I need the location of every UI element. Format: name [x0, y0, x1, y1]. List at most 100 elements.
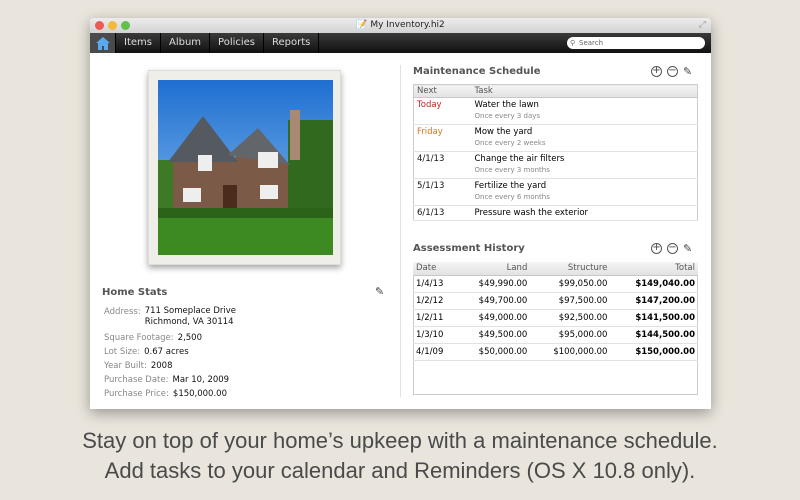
- table-row[interactable]: 5/1/13 Fertilize the yard Once every 6 mon…: [413, 178, 698, 206]
- structure-cell: $92,500.00: [530, 309, 611, 327]
- stat-label: Address:: [104, 307, 141, 317]
- total-cell: $141,500.00: [610, 309, 698, 327]
- fullscreen-icon[interactable]: ⤢: [699, 18, 706, 33]
- close-button[interactable]: [95, 21, 104, 30]
- stat-value: Mar 10, 2009: [172, 375, 230, 385]
- land-cell: $49,700.00: [457, 292, 531, 310]
- next-date: 6/1/13: [413, 205, 472, 221]
- table-row[interactable]: 4/1/13 Change the air filters Once every 3…: [413, 151, 698, 179]
- remove-assessment-minus-icon[interactable]: −: [667, 243, 678, 254]
- home-stats-list: Address: 711 Someplace Drive Richmond, VA …: [104, 305, 236, 401]
- window-title: My Inventory.hi2: [370, 20, 445, 30]
- task-cell: Fertilize the yard Once every 6 months: [471, 178, 698, 206]
- next-date: Friday: [413, 124, 472, 152]
- address-line-1: 711 Someplace Drive: [144, 306, 236, 316]
- stat-label: Lot Size:: [104, 347, 141, 357]
- edit-assessment-pencil-icon[interactable]: ✎: [683, 242, 692, 255]
- home-photo[interactable]: [148, 70, 341, 265]
- remove-task-minus-icon[interactable]: −: [667, 66, 678, 77]
- house-photo: [158, 80, 333, 255]
- task-cell: Water the lawn Once every 3 days: [471, 97, 698, 125]
- column-header-task[interactable]: Task: [471, 84, 698, 98]
- total-cell: $149,040.00: [610, 275, 698, 293]
- date-cell: 1/3/10: [413, 326, 458, 344]
- land-cell: $50,000.00: [457, 343, 531, 361]
- table-row[interactable]: Friday Mow the yard Once every 2 weeks: [413, 124, 698, 152]
- date-cell: 1/2/12: [413, 292, 458, 310]
- maintenance-title: Maintenance Schedule: [413, 66, 541, 77]
- column-header-total[interactable]: Total: [610, 262, 698, 276]
- maintenance-table: Next Task Today Water the lawn Once every 3…: [413, 84, 698, 221]
- zoom-button[interactable]: [121, 21, 130, 30]
- house-icon: [95, 36, 110, 50]
- task-name: Fertilize the yard: [474, 181, 547, 191]
- tab-album[interactable]: Album: [161, 33, 211, 53]
- stat-value: 2008: [150, 361, 173, 371]
- stat-value: $150,000.00: [172, 389, 227, 399]
- date-cell: 1/4/13: [413, 275, 458, 293]
- stat-label: Square Footage:: [104, 333, 174, 343]
- search-icon: ⚲: [570, 39, 576, 47]
- task-name: Water the lawn: [474, 100, 539, 110]
- tab-items[interactable]: Items: [116, 33, 161, 53]
- total-cell: $150,000.00: [610, 343, 698, 361]
- table-row[interactable]: Today Water the lawn Once every 3 days: [413, 97, 698, 125]
- task-cell: Pressure wash the exterior: [471, 205, 698, 221]
- column-header-land[interactable]: Land: [457, 262, 531, 276]
- land-cell: $49,500.00: [457, 326, 531, 344]
- task-cell: Change the air filters Once every 3 month…: [471, 151, 698, 179]
- table-row[interactable]: 1/2/11 $49,000.00 $92,500.00 $141,500.00: [413, 309, 698, 327]
- land-cell: $49,990.00: [457, 275, 531, 293]
- address-line-2: Richmond, VA 30114: [144, 317, 234, 327]
- assessment-table: Date Land Structure Total 1/4/13 $49,990.00 $…: [413, 262, 698, 361]
- table-row[interactable]: 6/1/13 Pressure wash the exterior: [413, 205, 698, 221]
- caption-line-2: Add tasks to your calendar and Reminders…: [104, 458, 696, 483]
- table-row[interactable]: 1/3/10 $49,500.00 $95,000.00 $144,500.00: [413, 326, 698, 344]
- search-input[interactable]: ⚲ Search: [567, 37, 705, 49]
- date-cell: 4/1/09: [413, 343, 458, 361]
- toolbar: Items Album Policies Reports ⚲ Search: [90, 33, 711, 53]
- minimize-button[interactable]: [108, 21, 117, 30]
- add-assessment-plus-icon[interactable]: +: [651, 243, 662, 254]
- table-row[interactable]: 1/4/13 $49,990.00 $99,050.00 $149,040.00: [413, 275, 698, 293]
- task-name: Pressure wash the exterior: [474, 208, 589, 218]
- document-icon: 📝: [356, 20, 368, 30]
- add-task-plus-icon[interactable]: +: [651, 66, 662, 77]
- stat-label: Year Built:: [104, 361, 147, 371]
- structure-cell: $95,000.00: [530, 326, 611, 344]
- task-frequency: Once every 3 days: [474, 112, 541, 120]
- land-cell: $49,000.00: [457, 309, 531, 327]
- table-row[interactable]: 4/1/09 $50,000.00 $100,000.00 $150,000.00: [413, 343, 698, 361]
- next-date: 4/1/13: [413, 151, 472, 179]
- task-frequency: Once every 3 months: [474, 166, 550, 174]
- task-name: Change the air filters: [474, 154, 565, 164]
- column-header-date[interactable]: Date: [413, 262, 458, 276]
- next-date: Today: [413, 97, 472, 125]
- structure-cell: $100,000.00: [530, 343, 611, 361]
- stat-value: 0.67 acres: [144, 347, 189, 357]
- stat-value: 2,500: [177, 333, 202, 343]
- edit-task-pencil-icon[interactable]: ✎: [683, 65, 692, 78]
- task-cell: Mow the yard Once every 2 weeks: [471, 124, 698, 152]
- next-date: 5/1/13: [413, 178, 472, 206]
- column-header-next[interactable]: Next: [413, 84, 472, 98]
- structure-cell: $97,500.00: [530, 292, 611, 310]
- total-cell: $144,500.00: [610, 326, 698, 344]
- task-name: Mow the yard: [474, 127, 533, 137]
- stat-label: Purchase Price:: [104, 389, 169, 399]
- divider: [400, 65, 401, 397]
- table-row[interactable]: 1/2/12 $49,700.00 $97,500.00 $147,200.00: [413, 292, 698, 310]
- column-header-structure[interactable]: Structure: [530, 262, 611, 276]
- app-window: 📝 My Inventory.hi2 ⤢ Items Album Policie…: [90, 18, 711, 409]
- tab-reports[interactable]: Reports: [264, 33, 320, 53]
- edit-home-stats-pencil-icon[interactable]: ✎: [375, 285, 384, 298]
- title-bar: 📝 My Inventory.hi2 ⤢: [90, 18, 711, 33]
- total-cell: $147,200.00: [610, 292, 698, 310]
- date-cell: 1/2/11: [413, 309, 458, 327]
- tab-policies[interactable]: Policies: [210, 33, 265, 53]
- stat-label: Purchase Date:: [104, 375, 169, 385]
- home-stats-title: Home Stats: [102, 287, 168, 298]
- task-frequency: Once every 6 months: [474, 193, 550, 201]
- home-button[interactable]: [90, 33, 116, 53]
- task-frequency: Once every 2 weeks: [474, 139, 546, 147]
